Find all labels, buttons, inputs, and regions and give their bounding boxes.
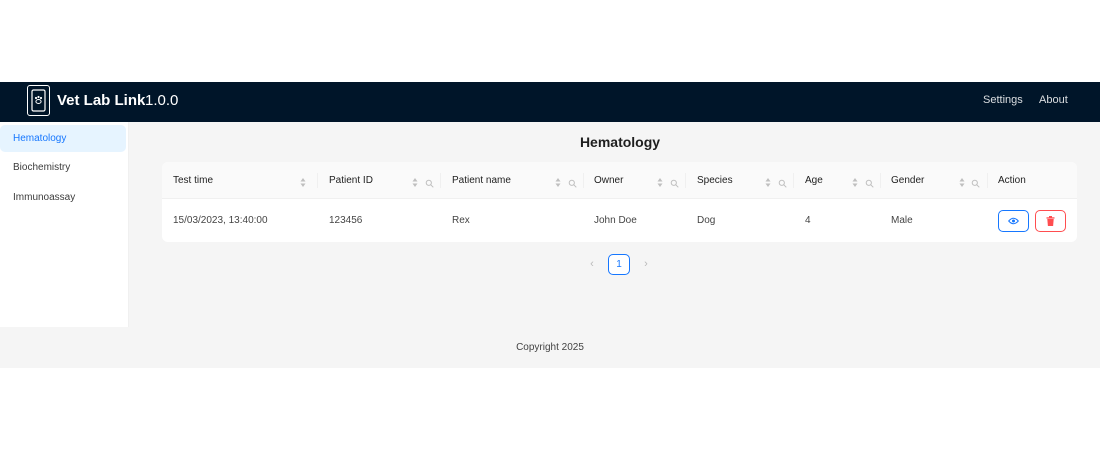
app-version: 1.0.0: [145, 92, 179, 109]
column-header-patient-name[interactable]: Patient name: [452, 162, 511, 199]
page-title: Hematology: [579, 134, 661, 150]
column-header-action: Action: [998, 175, 1026, 186]
column-header-age[interactable]: Age: [805, 162, 823, 199]
search-icon[interactable]: [425, 175, 434, 188]
search-icon[interactable]: [865, 175, 874, 188]
nav-about[interactable]: About: [1039, 94, 1068, 106]
footer: Copyright 2025: [0, 327, 1100, 368]
paw-document-icon: [27, 85, 50, 116]
column-header-gender[interactable]: Gender: [891, 162, 924, 199]
search-icon[interactable]: [670, 175, 679, 188]
table-row: 15/03/2023, 13:40:00 123456 Rex John Doe…: [162, 199, 1077, 242]
table-header: Test time Patient ID Patient name Owner …: [162, 162, 1077, 199]
cell-owner: John Doe: [594, 215, 637, 226]
cell-gender: Male: [891, 215, 913, 226]
search-icon[interactable]: [568, 175, 577, 188]
sort-caret-icon[interactable]: [300, 175, 306, 187]
column-divider: [317, 173, 318, 188]
copyright-text: Copyright 2025: [516, 342, 584, 353]
results-table: Test time Patient ID Patient name Owner …: [162, 162, 1077, 242]
app-layout: Vet Lab Link 1.0.0 Settings About Hemato…: [0, 82, 1100, 368]
column-divider: [685, 173, 686, 188]
column-divider: [880, 173, 881, 188]
cell-test-time: 15/03/2023, 13:40:00: [173, 215, 268, 226]
delete-button[interactable]: [1035, 210, 1066, 232]
column-divider: [440, 173, 441, 188]
sort-caret-icon[interactable]: [959, 175, 965, 187]
sidebar: Hematology Biochemistry Immunoassay: [0, 122, 129, 327]
eye-icon: [1008, 217, 1019, 225]
chevron-right-icon[interactable]: ›: [640, 258, 652, 270]
pagination-page-1[interactable]: 1: [608, 254, 630, 275]
sort-caret-icon[interactable]: [412, 175, 418, 187]
column-divider: [987, 173, 988, 188]
app-header: Vet Lab Link 1.0.0 Settings About: [0, 82, 1100, 122]
sort-caret-icon[interactable]: [765, 175, 771, 187]
column-header-owner[interactable]: Owner: [594, 162, 623, 199]
sidebar-item-biochemistry[interactable]: Biochemistry: [0, 154, 126, 181]
chevron-left-icon[interactable]: ‹: [586, 258, 598, 270]
sort-caret-icon[interactable]: [852, 175, 858, 187]
view-button[interactable]: [998, 210, 1029, 232]
cell-patient-id: 123456: [329, 215, 363, 226]
cell-age: 4: [805, 215, 811, 226]
nav-settings[interactable]: Settings: [983, 94, 1023, 106]
column-header-species[interactable]: Species: [697, 162, 733, 199]
trash-icon: [1046, 216, 1055, 226]
sort-caret-icon[interactable]: [555, 175, 561, 187]
app-brand: Vet Lab Link: [57, 92, 146, 109]
sidebar-item-immunoassay[interactable]: Immunoassay: [0, 184, 126, 211]
cell-patient-name: Rex: [452, 215, 470, 226]
cell-species: Dog: [697, 215, 716, 226]
sidebar-item-hematology[interactable]: Hematology: [0, 125, 126, 152]
search-icon[interactable]: [778, 175, 787, 188]
column-divider: [793, 173, 794, 188]
search-icon[interactable]: [971, 175, 980, 188]
sort-caret-icon[interactable]: [657, 175, 663, 187]
column-divider: [583, 173, 584, 188]
column-header-patient-id[interactable]: Patient ID: [329, 162, 373, 199]
column-header-test-time[interactable]: Test time: [173, 162, 213, 199]
